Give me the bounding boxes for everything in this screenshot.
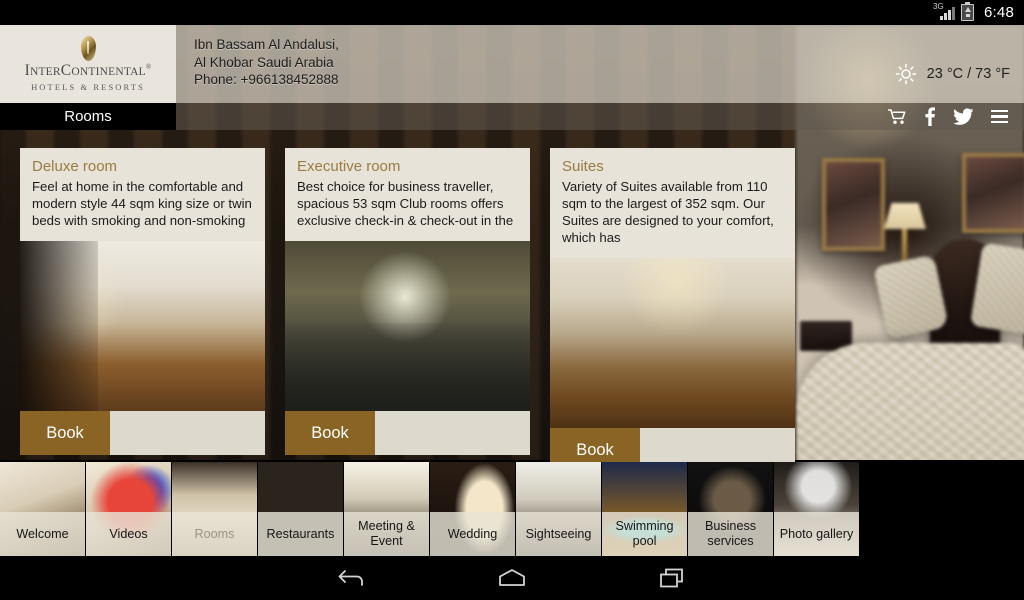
- brand-registered-mark: ®: [145, 62, 152, 71]
- suites-photo: [550, 258, 795, 428]
- nav-thumb-restaurants[interactable]: Restaurants: [258, 462, 343, 556]
- back-icon: [338, 570, 363, 586]
- room-card-text: Executive room Best choice for business …: [285, 148, 530, 241]
- recents-icon: [660, 568, 683, 588]
- back-button[interactable]: [327, 558, 377, 598]
- room-card-title: Executive room: [297, 158, 401, 175]
- nav-thumb-welcome[interactable]: Welcome: [0, 462, 85, 556]
- cart-icon[interactable]: [887, 108, 907, 125]
- brand-c: C: [60, 61, 72, 79]
- recents-button[interactable]: [647, 558, 697, 598]
- android-status-bar: 3G 6:48: [0, 0, 1024, 25]
- brand-tagline: HOTELS & RESORTS: [31, 82, 145, 93]
- brand-nter: NTER: [29, 65, 61, 78]
- weather-reading: 23 °C / 73 °F: [926, 66, 1010, 82]
- cart-icon-svg: [888, 109, 906, 124]
- bedspread: [796, 343, 1024, 460]
- room-card-footer: Book: [285, 411, 530, 455]
- nav-thumb-label: Wedding: [430, 512, 515, 556]
- room-card-text: Deluxe room Feel at home in the comforta…: [20, 148, 265, 241]
- room-card: Suites Variety of Suites available from …: [550, 148, 795, 472]
- nav-thumb-photo-gallery[interactable]: Photo gallery: [774, 462, 859, 556]
- room-card-title: Suites: [562, 158, 604, 175]
- site-header: INTERCONTINENTAL® HOTELS & RESORTS Ibn B…: [0, 25, 1024, 103]
- room-card: Deluxe room Feel at home in the comforta…: [20, 148, 265, 472]
- book-button[interactable]: Book: [285, 411, 375, 455]
- twitter-icon[interactable]: [953, 107, 974, 126]
- page-title: Rooms: [0, 103, 176, 130]
- executive-room-photo-layer: [285, 241, 530, 411]
- nav-thumb-label: Swimming pool: [602, 512, 687, 556]
- address-line-2: Al Khobar Saudi Arabia: [194, 54, 334, 70]
- home-button[interactable]: [487, 558, 537, 598]
- brand-ontinental: ONTINENTAL: [71, 65, 146, 78]
- room-card-title: Deluxe room: [32, 158, 118, 175]
- nav-thumb-label: Photo gallery: [774, 512, 859, 556]
- status-icons: 3G 6:48: [933, 2, 1014, 21]
- signal-bars: [940, 6, 955, 20]
- room-card-list: Deluxe room Feel at home in the comforta…: [20, 148, 795, 472]
- brand-wordmark: INTERCONTINENTAL®: [25, 61, 152, 79]
- menu-icon[interactable]: [991, 109, 1008, 124]
- deluxe-room-photo-layer: [20, 241, 265, 411]
- nav-thumb-wedding[interactable]: Wedding: [430, 462, 515, 556]
- tablet-screen: 3G 6:48 INTERCONTINENTAL® HOTELS & RESOR…: [0, 0, 1024, 600]
- nav-thumb-rooms[interactable]: Rooms: [172, 462, 257, 556]
- facebook-icon-svg: [925, 107, 935, 126]
- nav-thumb-label: Welcome: [0, 512, 85, 556]
- wall-lamp-arm: [902, 229, 907, 263]
- nav-thumb-label: Rooms: [172, 512, 257, 556]
- nav-thumb-label: Business services: [688, 512, 773, 556]
- room-card-footer: Book: [20, 411, 265, 455]
- book-button[interactable]: Book: [20, 411, 110, 455]
- nav-thumb-business-services[interactable]: Business services: [688, 462, 773, 556]
- room-card-text: Suites Variety of Suites available from …: [550, 148, 795, 258]
- twitter-icon-svg: [953, 107, 974, 125]
- sun-icon: [895, 63, 916, 85]
- nav-thumb-label: Restaurants: [258, 512, 343, 556]
- facebook-icon[interactable]: [924, 107, 936, 126]
- executive-room-photo: [285, 241, 530, 411]
- nav-thumb-label: Videos: [86, 512, 171, 556]
- deluxe-room-photo: [20, 241, 265, 411]
- android-navigation-bar: [0, 556, 1024, 600]
- status-clock: 6:48: [984, 4, 1014, 21]
- section-thumbnail-nav: Welcome Videos Rooms Restaurants Meeting…: [0, 462, 1024, 556]
- footer-filler: [375, 411, 530, 455]
- suites-photo-layer: [550, 258, 795, 428]
- nav-thumb-sightseeing[interactable]: Sightseeing: [516, 462, 601, 556]
- battery-charging-icon: [961, 2, 974, 21]
- nav-thumb-label: Sightseeing: [516, 512, 601, 556]
- address-line-1: Ibn Bassam Al Andalusi,: [194, 37, 339, 52]
- intercontinental-logo[interactable]: INTERCONTINENTAL® HOTELS & RESORTS: [0, 25, 176, 103]
- nav-thumb-label: Meeting & Event: [344, 512, 429, 556]
- address-phone: Phone: +966138452888: [194, 72, 339, 87]
- room-card-description: Feel at home in the comfortable and mode…: [32, 179, 252, 228]
- weather-widget: 23 °C / 73 °F: [895, 63, 1010, 85]
- room-card-description: Best choice for business traveller, spac…: [297, 179, 514, 228]
- room-card-description: Variety of Suites available from 110 sqm…: [562, 179, 774, 245]
- wall-picture-frame: [962, 153, 1024, 233]
- nav-thumb-swimming-pool[interactable]: Swimming pool: [602, 462, 687, 556]
- room-card: Executive room Best choice for business …: [285, 148, 530, 472]
- wall-picture-frame: [822, 158, 885, 251]
- home-icon: [499, 569, 525, 586]
- nav-thumb-meeting-event[interactable]: Meeting & Event: [344, 462, 429, 556]
- nav-thumb-videos[interactable]: Videos: [86, 462, 171, 556]
- footer-filler: [110, 411, 265, 455]
- intercontinental-emblem-icon: [80, 35, 96, 61]
- signal-3g-icon: 3G: [933, 2, 955, 21]
- hotel-address-block: Ibn Bassam Al Andalusi, Al Khobar Saudi …: [194, 36, 339, 89]
- utility-bar: [176, 103, 1024, 130]
